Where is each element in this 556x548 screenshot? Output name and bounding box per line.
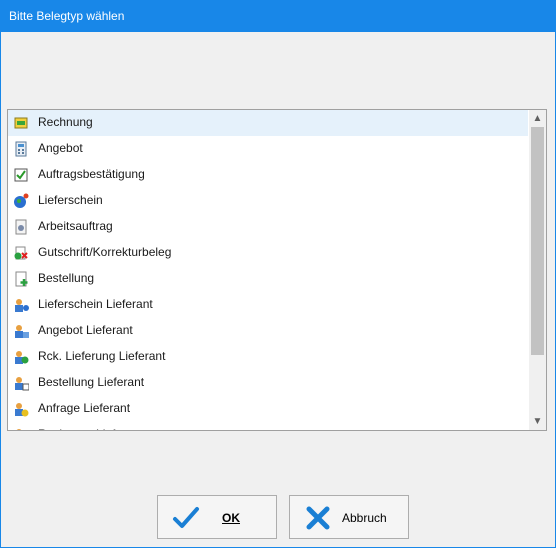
list-item[interactable]: Angebot Lieferant: [8, 318, 528, 344]
scroll-thumb[interactable]: [531, 127, 544, 355]
list-item-label: Rechnung: [38, 115, 93, 129]
list-item-label: Auftragsbestätigung: [38, 167, 145, 181]
list-item[interactable]: Lieferschein Lieferant: [8, 292, 528, 318]
list-item-label: Angebot: [38, 141, 83, 155]
document-type-list[interactable]: Rechnung Angebot Auftragsbestätigung Liefer…: [7, 109, 547, 431]
supplier-invoice-icon: [16, 429, 22, 430]
cancel-button[interactable]: Abbruch: [289, 495, 409, 539]
list-item-label: Rck. Lieferung Lieferant: [38, 349, 166, 363]
list-item-label: Lieferschein: [38, 193, 103, 207]
window-title: Bitte Belegtyp wählen: [9, 9, 125, 23]
calculator-icon: [15, 141, 27, 157]
supplier-inquiry-icon: [15, 403, 29, 417]
list-item[interactable]: Bestellung: [8, 266, 528, 292]
list-items: Rechnung Angebot Auftragsbestätigung Liefer…: [8, 110, 528, 430]
ok-button-label: OK: [222, 511, 240, 525]
list-item[interactable]: Anfrage Lieferant: [8, 396, 528, 422]
list-item[interactable]: Gutschrift/Korrekturbeleg: [8, 240, 528, 266]
list-item[interactable]: Lieferschein: [8, 188, 528, 214]
ok-button[interactable]: OK: [157, 495, 277, 539]
list-item[interactable]: Rechnung Lieferant: [8, 422, 528, 430]
list-item-label: Angebot Lieferant: [38, 323, 133, 337]
list-item[interactable]: Rck. Lieferung Lieferant: [8, 344, 528, 370]
cancel-x-icon: [306, 506, 330, 530]
credit-note-icon: [14, 246, 28, 260]
title-bar[interactable]: Bitte Belegtyp wählen: [0, 0, 556, 32]
supplier-order-icon: [15, 377, 29, 391]
cancel-button-label: Abbruch: [342, 511, 387, 525]
list-item-label: Anfrage Lieferant: [38, 401, 131, 415]
list-item-label: Gutschrift/Korrekturbeleg: [38, 245, 172, 259]
gear-document-icon: [15, 219, 27, 235]
list-item[interactable]: Arbeitsauftrag: [8, 214, 528, 240]
list-item[interactable]: Auftragsbestätigung: [8, 162, 528, 188]
supplier-delivery-icon: [15, 299, 29, 312]
list-item-label: Arbeitsauftrag: [38, 219, 113, 233]
list-item-label: Bestellung: [38, 271, 95, 285]
dialog-client-area: Rechnung Angebot Auftragsbestätigung Liefer…: [1, 32, 555, 547]
globe-icon: [14, 193, 29, 208]
supplier-quote-icon: [15, 325, 29, 338]
dialog-window: Bitte Belegtyp wählen Rechnung Angebot Auf…: [0, 0, 556, 548]
invoice-icon: [14, 117, 28, 129]
checkbox-icon: [14, 168, 28, 182]
checkmark-icon: [173, 507, 199, 528]
list-item-label: Bestellung Lieferant: [38, 375, 145, 389]
list-item[interactable]: Rechnung: [8, 110, 528, 136]
vertical-scrollbar[interactable]: ▲ ▼: [529, 110, 546, 430]
supplier-return-icon: [15, 351, 29, 364]
document-add-icon: [15, 271, 28, 287]
list-item-label: Lieferschein Lieferant: [38, 297, 153, 311]
scroll-down-button[interactable]: ▼: [529, 413, 546, 430]
scroll-up-button[interactable]: ▲: [529, 110, 546, 127]
list-item-label: Rechnung Lieferant: [38, 427, 143, 430]
list-item[interactable]: Angebot: [8, 136, 528, 162]
list-item[interactable]: Bestellung Lieferant: [8, 370, 528, 396]
